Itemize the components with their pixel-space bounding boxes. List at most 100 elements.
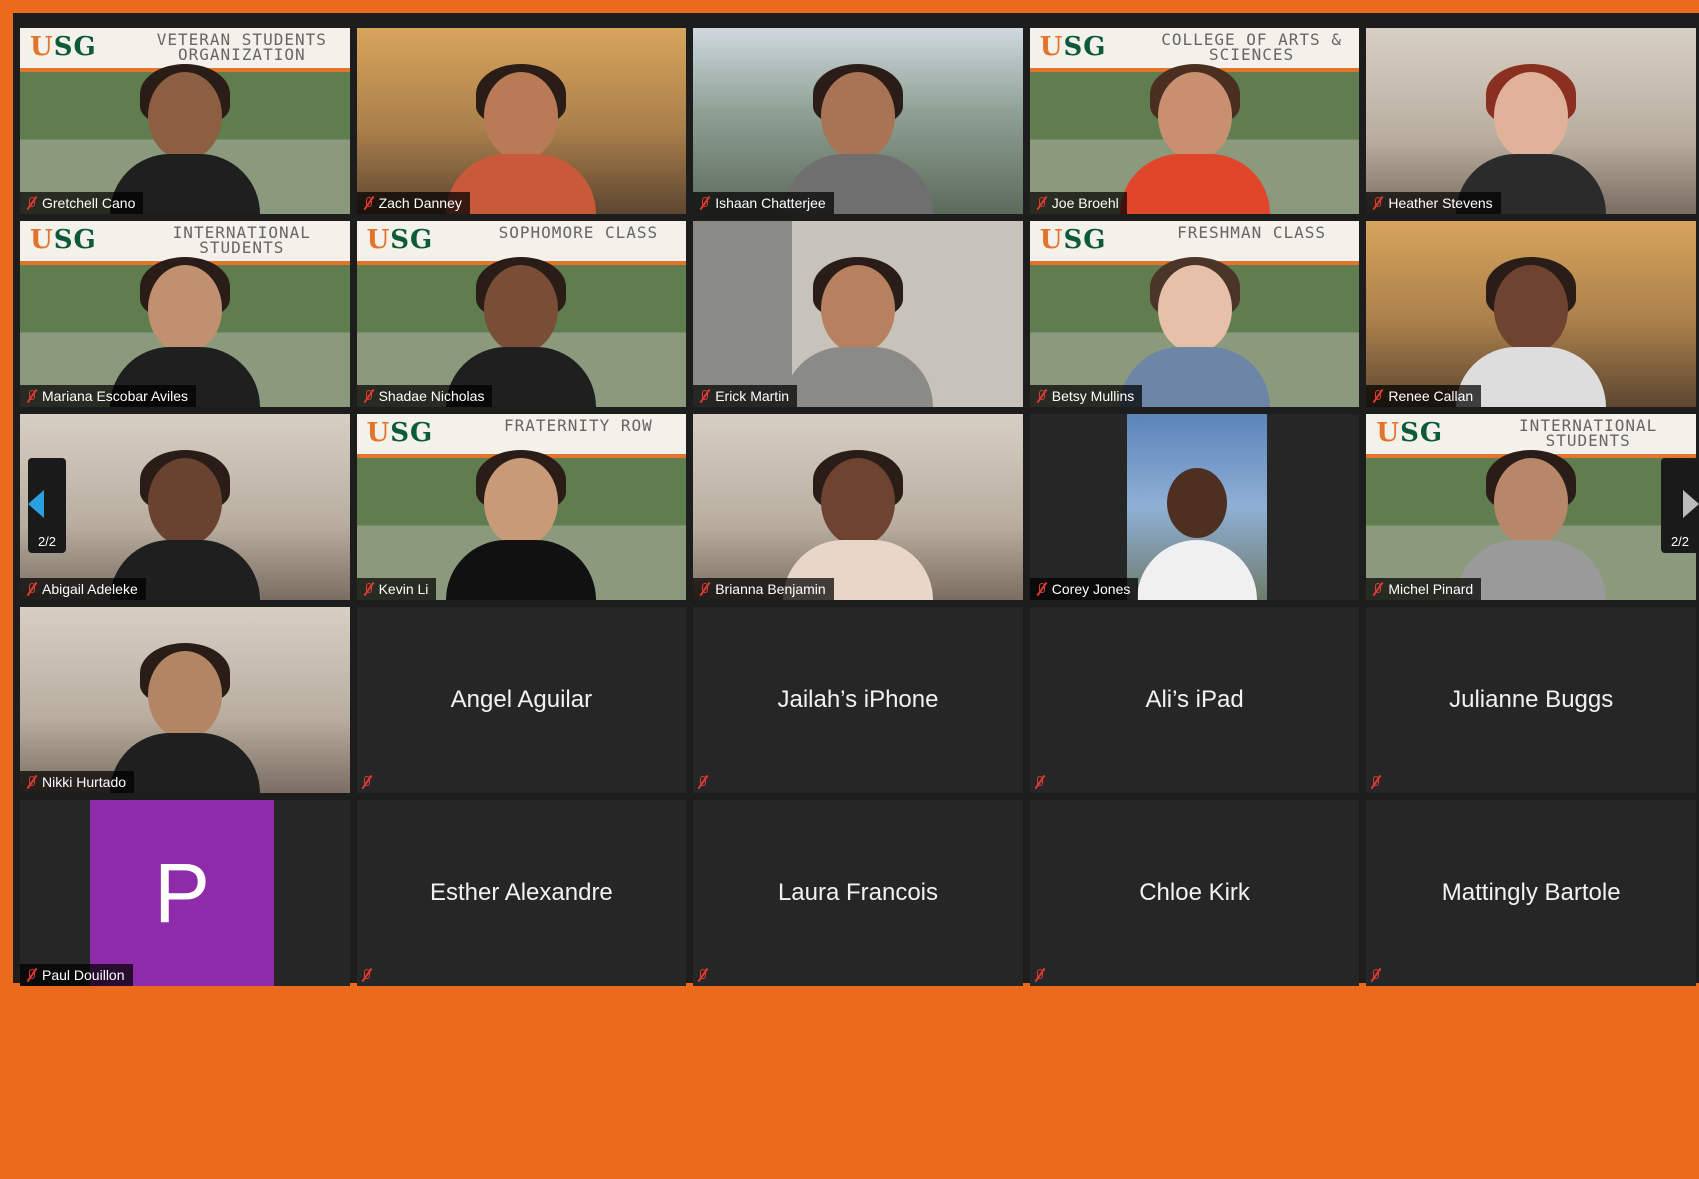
participant-name: Julianne Buggs (1449, 686, 1614, 713)
avatar: P (90, 800, 274, 986)
muted-mic-icon (26, 968, 37, 982)
participant-tile[interactable]: Abigail Adeleke (20, 414, 350, 600)
participant-name: Angel Aguilar (450, 686, 593, 713)
name-label: Renee Callan (1366, 385, 1482, 407)
usg-logo: USG (1039, 32, 1107, 62)
participant-tile[interactable]: USG FRATERNITY ROW Kevin Li (356, 414, 687, 600)
usg-logo: USG (30, 32, 97, 62)
participant-name: Laura Francois (777, 879, 939, 906)
page-indicator: 2/2 (37, 534, 57, 549)
name-label: Abigail Adeleke (20, 578, 146, 600)
name-label: Kevin Li (356, 578, 437, 600)
muted-mic-icon (26, 582, 37, 596)
muted-mic-icon (1036, 389, 1047, 403)
banner-text: VETERAN STUDENTS ORGANIZATION (156, 30, 327, 64)
participant-tile[interactable]: Chloe Kirk (1029, 800, 1360, 986)
name-label: Corey Jones (1029, 578, 1139, 600)
name-label: Mariana Escobar Aviles (20, 385, 197, 407)
participant-tile[interactable]: Ali’s iPad (1029, 607, 1360, 793)
participant-name: Jailah’s iPhone (777, 686, 939, 713)
arrow-left-icon (28, 490, 44, 518)
participant-tile[interactable]: Zach Danney (356, 28, 687, 214)
participant-tile[interactable]: Brianna Benjamin (693, 414, 1023, 600)
participant-tile[interactable]: USG COLLEGE OF ARTS & SCIENCES Joe Broeh… (1029, 28, 1360, 214)
muted-mic-icon (363, 196, 374, 210)
banner-text: SOPHOMORE CLASS (498, 223, 659, 242)
name-label: Ishaan Chatterjee (693, 192, 834, 214)
participant-video (1119, 64, 1270, 214)
muted-mic-icon (361, 968, 372, 982)
muted-mic-icon (697, 775, 708, 789)
usg-logo: USG (1039, 225, 1107, 255)
participant-tile[interactable]: USG SOPHOMORE CLASS Shadae Nicholas (356, 221, 687, 407)
participant-tile[interactable]: Angel Aguilar (356, 607, 687, 793)
muted-mic-icon (1370, 968, 1381, 982)
page-indicator: 2/2 (1670, 534, 1690, 549)
banner-text: INTERNATIONAL STUDENTS (1519, 416, 1658, 450)
gallery-grid: USG VETERAN STUDENTS ORGANIZATION Gretch… (20, 28, 1696, 1179)
name-label: Betsy Mullins (1029, 385, 1143, 407)
next-page-button[interactable]: 2/2 (1661, 458, 1699, 553)
participant-video (1126, 414, 1267, 600)
participant-tile[interactable]: USG VETERAN STUDENTS ORGANIZATION Gretch… (20, 28, 350, 214)
banner-text: COLLEGE OF ARTS & SCIENCES (1161, 30, 1342, 64)
muted-mic-icon (363, 389, 374, 403)
name-label: Gretchell Cano (20, 192, 144, 214)
banner-text: FRESHMAN CLASS (1177, 223, 1326, 242)
meeting-window: USG VETERAN STUDENTS ORGANIZATION Gretch… (13, 13, 1699, 986)
muted-mic-icon (1370, 775, 1381, 789)
banner-text: INTERNATIONAL STUDENTS (172, 223, 311, 257)
participant-tile[interactable]: Renee Callan (1366, 221, 1696, 407)
name-label: Michel Pinard (1366, 578, 1482, 600)
participant-tile[interactable]: Erick Martin (693, 221, 1023, 407)
muted-mic-icon (26, 775, 37, 789)
participant-tile[interactable]: Esther Alexandre (356, 800, 687, 986)
participant-tile[interactable]: Laura Francois (693, 800, 1023, 986)
muted-mic-icon (699, 389, 710, 403)
muted-mic-icon (361, 775, 372, 789)
participant-tile[interactable]: Mattingly Bartole (1366, 800, 1696, 986)
usg-logo: USG (366, 418, 434, 448)
muted-mic-icon (699, 582, 710, 596)
muted-mic-icon (26, 389, 37, 403)
usg-logo: USG (366, 225, 434, 255)
name-label: Heather Stevens (1366, 192, 1501, 214)
participant-tile[interactable]: Nikki Hurtado (20, 607, 350, 793)
participant-video (446, 450, 597, 600)
participant-tile[interactable]: P Paul Douillon (20, 800, 350, 986)
participant-tile[interactable]: Ishaan Chatterjee (693, 28, 1023, 214)
muted-mic-icon (1036, 582, 1047, 596)
muted-mic-icon (1372, 582, 1383, 596)
participant-tile[interactable]: USG INTERNATIONAL STUDENTS Michel Pinard (1366, 414, 1696, 600)
muted-mic-icon (1034, 775, 1045, 789)
muted-mic-icon (363, 582, 374, 596)
participant-name: Chloe Kirk (1139, 879, 1250, 906)
participant-name: Ali’s iPad (1145, 686, 1244, 713)
usg-logo: USG (1376, 418, 1444, 448)
participant-tile[interactable]: Heather Stevens (1366, 28, 1696, 214)
name-label: Nikki Hurtado (20, 771, 135, 793)
participant-video (782, 257, 933, 407)
participant-tile[interactable]: USG INTERNATIONAL STUDENTS Mariana Escob… (20, 221, 350, 407)
participant-tile[interactable]: Julianne Buggs (1366, 607, 1696, 793)
muted-mic-icon (697, 968, 708, 982)
participant-tile[interactable]: Corey Jones (1029, 414, 1360, 600)
usg-logo: USG (30, 225, 97, 255)
participant-name: Mattingly Bartole (1441, 879, 1621, 906)
muted-mic-icon (1372, 196, 1383, 210)
name-label: Brianna Benjamin (693, 578, 834, 600)
name-label: Shadae Nicholas (356, 385, 493, 407)
muted-mic-icon (26, 196, 37, 210)
previous-page-button[interactable]: 2/2 (28, 458, 66, 553)
participant-tile[interactable]: USG FRESHMAN CLASS Betsy Mullins (1029, 221, 1360, 407)
participant-name: Esther Alexandre (430, 879, 613, 906)
name-label: Joe Broehl (1029, 192, 1127, 214)
muted-mic-icon (699, 196, 710, 210)
muted-mic-icon (1034, 968, 1045, 982)
name-label: Zach Danney (356, 192, 470, 214)
name-label: Erick Martin (693, 385, 798, 407)
participant-tile[interactable]: Jailah’s iPhone (693, 607, 1023, 793)
banner-text: FRATERNITY ROW (503, 416, 653, 435)
arrow-right-icon (1683, 490, 1699, 518)
muted-mic-icon (1372, 389, 1383, 403)
